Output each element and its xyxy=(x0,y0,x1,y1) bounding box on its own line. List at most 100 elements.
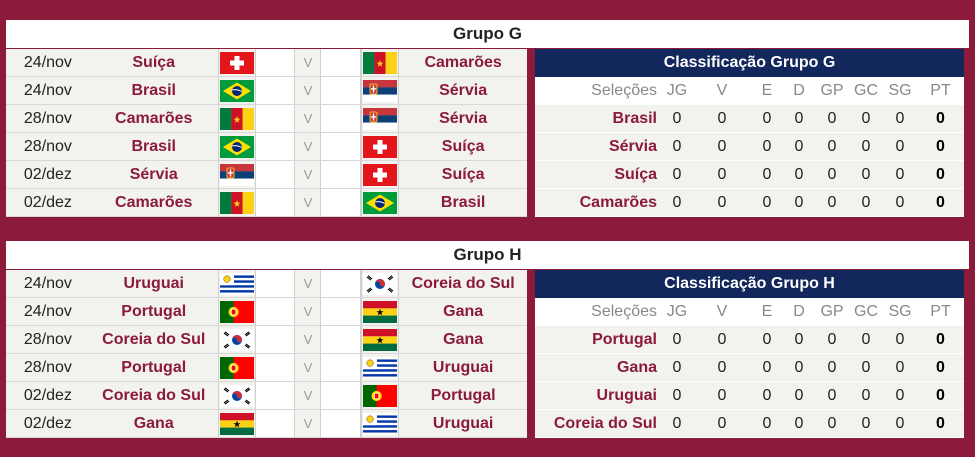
match-row: 28/nov Camarões V Sérvia xyxy=(6,105,528,133)
away-score-input[interactable] xyxy=(321,270,362,297)
standings-pt: 0 xyxy=(936,110,945,127)
away-team: Gana xyxy=(399,326,528,353)
header-gc: GC xyxy=(854,82,878,99)
uruguay-flag-icon xyxy=(363,356,398,379)
home-score-input[interactable] xyxy=(255,270,296,297)
standings-gp: 0 xyxy=(827,415,837,432)
south-korea-flag-icon xyxy=(363,272,398,295)
home-score-input[interactable] xyxy=(255,326,296,353)
standings-gp: 0 xyxy=(827,194,837,211)
home-score-input[interactable] xyxy=(255,354,296,381)
header-sg: SG xyxy=(888,82,912,99)
standings-gp: 0 xyxy=(827,359,837,376)
away-score-input[interactable] xyxy=(321,49,362,76)
standings-sg: 0 xyxy=(895,194,905,211)
standings-d: 0 xyxy=(794,359,804,376)
serbia-flag-icon xyxy=(363,79,398,102)
standings-v: 0 xyxy=(717,331,727,348)
away-flag-cell xyxy=(361,77,400,104)
away-score-input[interactable] xyxy=(321,133,362,160)
home-score-input[interactable] xyxy=(255,298,296,325)
standings-jg: 0 xyxy=(672,359,682,376)
standings-jg: 0 xyxy=(672,387,682,404)
standings-gp: 0 xyxy=(827,138,837,155)
home-team: Brasil xyxy=(89,133,218,160)
away-score-input[interactable] xyxy=(321,410,362,437)
standings-team: Coreia do Sul xyxy=(553,415,657,432)
away-score-input[interactable] xyxy=(321,298,362,325)
match-date: 02/dez xyxy=(6,189,90,216)
home-flag-cell xyxy=(217,133,256,160)
uruguay-flag-icon xyxy=(219,272,254,295)
standings-row: Portugal 0 0 0 0 0 0 0 0 xyxy=(535,326,964,354)
away-score-input[interactable] xyxy=(321,161,362,188)
standings-e: 0 xyxy=(762,359,772,376)
standings-row: Suíça 0 0 0 0 0 0 0 0 xyxy=(535,161,964,189)
away-score-input[interactable] xyxy=(321,382,362,409)
away-score-input[interactable] xyxy=(321,354,362,381)
standings-pt: 0 xyxy=(936,415,945,432)
match-date: 28/nov xyxy=(6,326,90,353)
standings-gc: 0 xyxy=(861,387,871,404)
home-score-input[interactable] xyxy=(255,49,296,76)
match-row: 28/nov Brasil V Suíça xyxy=(6,133,528,161)
standings-team: Suíça xyxy=(614,166,657,183)
match-date: 24/nov xyxy=(6,298,90,325)
standings-e: 0 xyxy=(762,138,772,155)
portugal-flag-icon xyxy=(219,356,254,379)
serbia-flag-icon xyxy=(363,107,398,130)
header-d: D xyxy=(793,82,805,99)
home-score-input[interactable] xyxy=(255,77,296,104)
standings-row: Camarões 0 0 0 0 0 0 0 0 xyxy=(535,189,964,217)
versus-label: V xyxy=(295,161,322,188)
away-score-input[interactable] xyxy=(321,326,362,353)
match-date: 02/dez xyxy=(6,382,90,409)
standings-d: 0 xyxy=(794,331,804,348)
home-score-input[interactable] xyxy=(255,382,296,409)
uruguay-flag-icon xyxy=(363,412,398,435)
header-jg: JG xyxy=(666,82,688,99)
group-h-standings: Classificação Grupo H Seleções JG V E D … xyxy=(535,270,964,438)
match-row: 24/nov Portugal V Gana xyxy=(6,298,528,326)
home-team: Coreia do Sul xyxy=(89,326,218,353)
match-date: 02/dez xyxy=(6,410,90,437)
south-korea-flag-icon xyxy=(219,328,254,351)
standings-e: 0 xyxy=(762,387,772,404)
away-team: Sérvia xyxy=(399,77,528,104)
standings-pt: 0 xyxy=(936,331,945,348)
header-e: E xyxy=(761,303,773,320)
header-v: V xyxy=(716,303,728,320)
home-score-input[interactable] xyxy=(255,133,296,160)
header-d: D xyxy=(793,303,805,320)
home-team: Portugal xyxy=(89,354,218,381)
home-score-input[interactable] xyxy=(255,105,296,132)
switzerland-flag-icon xyxy=(219,51,254,74)
standings-pt: 0 xyxy=(936,194,945,211)
home-flag-cell xyxy=(217,270,256,297)
home-team: Coreia do Sul xyxy=(89,382,218,409)
standings-d: 0 xyxy=(794,110,804,127)
home-team: Suíça xyxy=(89,49,218,76)
home-score-input[interactable] xyxy=(255,189,296,216)
away-flag-cell xyxy=(361,270,400,297)
away-team: Coreia do Sul xyxy=(399,270,528,297)
home-flag-cell xyxy=(217,326,256,353)
away-score-input[interactable] xyxy=(321,189,362,216)
standings-gc: 0 xyxy=(861,359,871,376)
away-score-input[interactable] xyxy=(321,77,362,104)
home-team: Camarões xyxy=(89,105,218,132)
away-flag-cell xyxy=(361,298,400,325)
header-pt: PT xyxy=(930,303,951,320)
away-team: Gana xyxy=(399,298,528,325)
standings-pt: 0 xyxy=(936,387,945,404)
standings-header-row: Seleções JG V E D GP GC SG PT xyxy=(535,298,964,326)
away-score-input[interactable] xyxy=(321,105,362,132)
cameroon-flag-icon xyxy=(363,51,398,74)
match-date: 24/nov xyxy=(6,77,90,104)
home-score-input[interactable] xyxy=(255,161,296,188)
standings-sg: 0 xyxy=(895,166,905,183)
away-team: Uruguai xyxy=(399,354,528,381)
home-score-input[interactable] xyxy=(255,410,296,437)
standings-gc: 0 xyxy=(861,138,871,155)
group-g-matches: 24/nov Suíça V Camarões 24/nov Brasil V … xyxy=(6,49,528,217)
